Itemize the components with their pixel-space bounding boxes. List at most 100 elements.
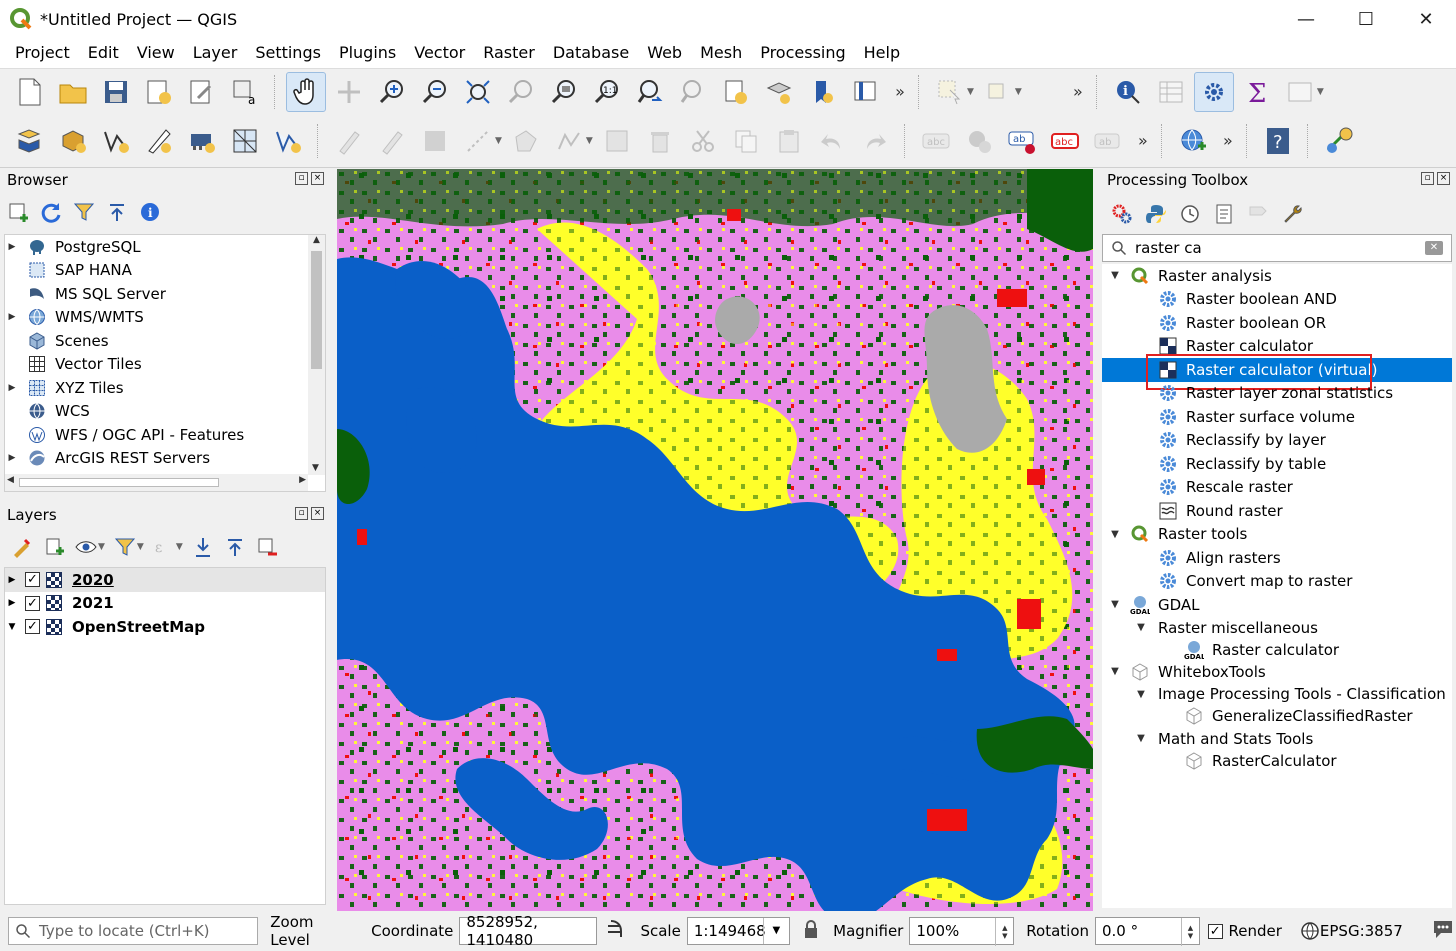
map-tips-icon[interactable] — [845, 72, 885, 112]
pan-map-icon[interactable] — [286, 71, 326, 112]
tbx-alg-raster-surface-volume[interactable]: Raster surface volume — [1102, 405, 1452, 429]
browser-item-scenes[interactable]: Scenes — [5, 329, 325, 353]
menu-settings[interactable]: Settings — [246, 38, 330, 68]
options-wrench-icon[interactable] — [1280, 202, 1304, 226]
tbx-alg-align-rasters[interactable]: Align rasters — [1102, 546, 1452, 570]
filter-icon[interactable] — [72, 200, 96, 224]
menu-view[interactable]: View — [128, 38, 184, 68]
toggle-extents-icon[interactable] — [605, 918, 628, 944]
tbx-alg-whitebox-raster-calculator[interactable]: RasterCalculator — [1102, 750, 1452, 772]
collapse-arrow-icon[interactable]: ▼ — [1108, 666, 1122, 677]
zoom-to-selection-icon[interactable] — [501, 72, 541, 112]
new-project-icon[interactable] — [10, 72, 50, 112]
tbx-alg-raster-boolean-or[interactable]: Raster boolean OR — [1102, 311, 1452, 335]
tbx-group-gdal[interactable]: ▼ GDAL GDAL — [1102, 593, 1452, 617]
layer-visibility-checkbox[interactable]: ✓ — [25, 595, 40, 611]
toolbar-overflow-icon[interactable]: » — [888, 82, 912, 101]
minimize-button[interactable]: — — [1276, 0, 1336, 38]
new-shapefile-layer-icon[interactable] — [96, 121, 136, 161]
rotation-field[interactable]: 0.0 ° ▲ ▼ — [1095, 917, 1200, 946]
layer-item-2021[interactable]: ▶ ✓ 2021 — [5, 592, 325, 616]
processing-toolbox-icon[interactable] — [1193, 71, 1234, 112]
save-project-icon[interactable] — [96, 72, 136, 112]
copy-features-icon[interactable] — [726, 121, 766, 161]
toolbar-overflow-icon[interactable]: » — [1216, 131, 1240, 150]
zoom-full-icon[interactable] — [458, 72, 498, 112]
models-icon[interactable] — [1110, 202, 1134, 226]
map-canvas[interactable] — [337, 169, 1093, 911]
layer-visibility-checkbox[interactable]: ✓ — [25, 619, 40, 635]
delete-selected-icon[interactable] — [640, 121, 680, 161]
add-polygon-icon[interactable] — [506, 121, 546, 161]
tbx-alg-raster-calculator[interactable]: Raster calculator — [1102, 335, 1452, 359]
tbx-subgroup-raster-misc[interactable]: ▼ Raster miscellaneous — [1102, 617, 1452, 639]
remove-layer-icon[interactable] — [255, 535, 279, 559]
refresh-icon[interactable] — [39, 200, 63, 224]
expand-arrow-icon[interactable]: ▶ — [5, 312, 19, 322]
browser-horizontal-scrollbar[interactable]: ◀ ▶ — [5, 474, 308, 491]
close-button[interactable]: ✕ — [1396, 0, 1456, 38]
tbx-alg-gdal-raster-calculator[interactable]: GDAL Raster calculator — [1102, 639, 1452, 661]
browser-item-postgresql[interactable]: ▶ PostgreSQL — [5, 235, 325, 259]
browser-item-wms-wmts[interactable]: ▶ WMS/WMTS — [5, 306, 325, 330]
toggle-editing-icon[interactable] — [329, 121, 369, 161]
render-checkbox[interactable]: ✓ — [1207, 923, 1223, 939]
menu-mesh[interactable]: Mesh — [691, 38, 751, 68]
menu-layer[interactable]: Layer — [184, 38, 247, 68]
style-panel-icon[interactable] — [10, 535, 34, 559]
open-project-icon[interactable] — [53, 72, 93, 112]
menu-raster[interactable]: Raster — [474, 38, 544, 68]
show-labels-icon[interactable]: ab — [1002, 121, 1042, 161]
tbx-subgroup-image-processing[interactable]: ▼ Image Processing Tools - Classificatio… — [1102, 683, 1452, 705]
layer-visibility-checkbox[interactable]: ✓ — [25, 572, 40, 588]
zoom-native-resolution-icon[interactable]: 1:1 — [587, 72, 627, 112]
chevron-down-icon[interactable]: ▼ — [176, 542, 183, 552]
highlight-labels-icon[interactable]: abc — [1045, 121, 1085, 161]
edit-features-in-place-icon[interactable] — [1246, 202, 1270, 226]
toolbar-overflow-icon[interactable]: » — [1131, 131, 1155, 150]
new-virtual-raster-icon[interactable] — [268, 121, 308, 161]
tbx-group-raster-tools[interactable]: ▼ Raster tools — [1102, 523, 1452, 547]
results-viewer-icon[interactable] — [1212, 202, 1236, 226]
menu-project[interactable]: Project — [6, 38, 79, 68]
expand-arrow-icon[interactable]: ▶ — [5, 598, 19, 608]
browser-item-arcgis-rest[interactable]: ▶ ArcGIS REST Servers — [5, 447, 325, 471]
add-group-icon[interactable] — [42, 535, 66, 559]
collapse-arrow-icon[interactable]: ▼ — [5, 622, 19, 632]
tbx-alg-reclassify-by-table[interactable]: Reclassify by table — [1102, 452, 1452, 476]
chevron-down-icon[interactable]: ▼ — [137, 542, 144, 552]
new-spatial-bookmark-icon[interactable] — [716, 72, 756, 112]
browser-item-xyz-tiles[interactable]: ▶ XYZ Tiles — [5, 376, 325, 400]
deselect-features-icon[interactable] — [978, 72, 1018, 112]
collapse-arrow-icon[interactable]: ▼ — [1108, 270, 1122, 281]
tbx-alg-zonal-statistics[interactable]: Raster layer zonal statistics — [1102, 382, 1452, 406]
help-icon[interactable]: ? — [1258, 121, 1298, 161]
tbx-alg-reclassify-by-layer[interactable]: Reclassify by layer — [1102, 429, 1452, 453]
spin-buttons[interactable]: ▲ ▼ — [995, 918, 1013, 946]
menu-plugins[interactable]: Plugins — [330, 38, 405, 68]
menu-processing[interactable]: Processing — [751, 38, 854, 68]
tbx-alg-round-raster[interactable]: Round raster — [1102, 499, 1452, 523]
clear-search-icon[interactable]: ✕ — [1425, 241, 1443, 255]
messages-icon[interactable] — [1431, 918, 1456, 944]
collapse-arrow-icon[interactable]: ▼ — [1134, 622, 1148, 633]
browser-item-wfs[interactable]: WFS / OGC API - Features — [5, 423, 325, 447]
redo-icon[interactable] — [855, 121, 895, 161]
browser-item-vector-tiles[interactable]: Vector Tiles — [5, 353, 325, 377]
new-temporary-layer-icon[interactable] — [139, 121, 179, 161]
menu-web[interactable]: Web — [638, 38, 691, 68]
expand-arrow-icon[interactable]: ▶ — [5, 575, 19, 585]
float-panel-icon[interactable]: ▫ — [295, 507, 308, 520]
style-manager-icon[interactable]: a — [225, 72, 265, 112]
new-mesh-layer-icon[interactable] — [225, 121, 265, 161]
filter-legend-icon[interactable] — [113, 535, 137, 559]
expand-arrow-icon[interactable]: ▶ — [5, 453, 19, 463]
spin-buttons[interactable]: ▲ ▼ — [1180, 918, 1199, 946]
tbx-subgroup-math-stats[interactable]: ▼ Math and Stats Tools — [1102, 727, 1452, 749]
tbx-alg-raster-boolean-and[interactable]: Raster boolean AND — [1102, 288, 1452, 312]
undo-icon[interactable] — [812, 121, 852, 161]
cut-features-icon[interactable] — [683, 121, 723, 161]
tbx-alg-convert-map-to-raster[interactable]: Convert map to raster — [1102, 570, 1452, 594]
new-geopackage-layer-icon[interactable] — [53, 121, 93, 161]
maximize-button[interactable]: ☐ — [1336, 0, 1396, 38]
